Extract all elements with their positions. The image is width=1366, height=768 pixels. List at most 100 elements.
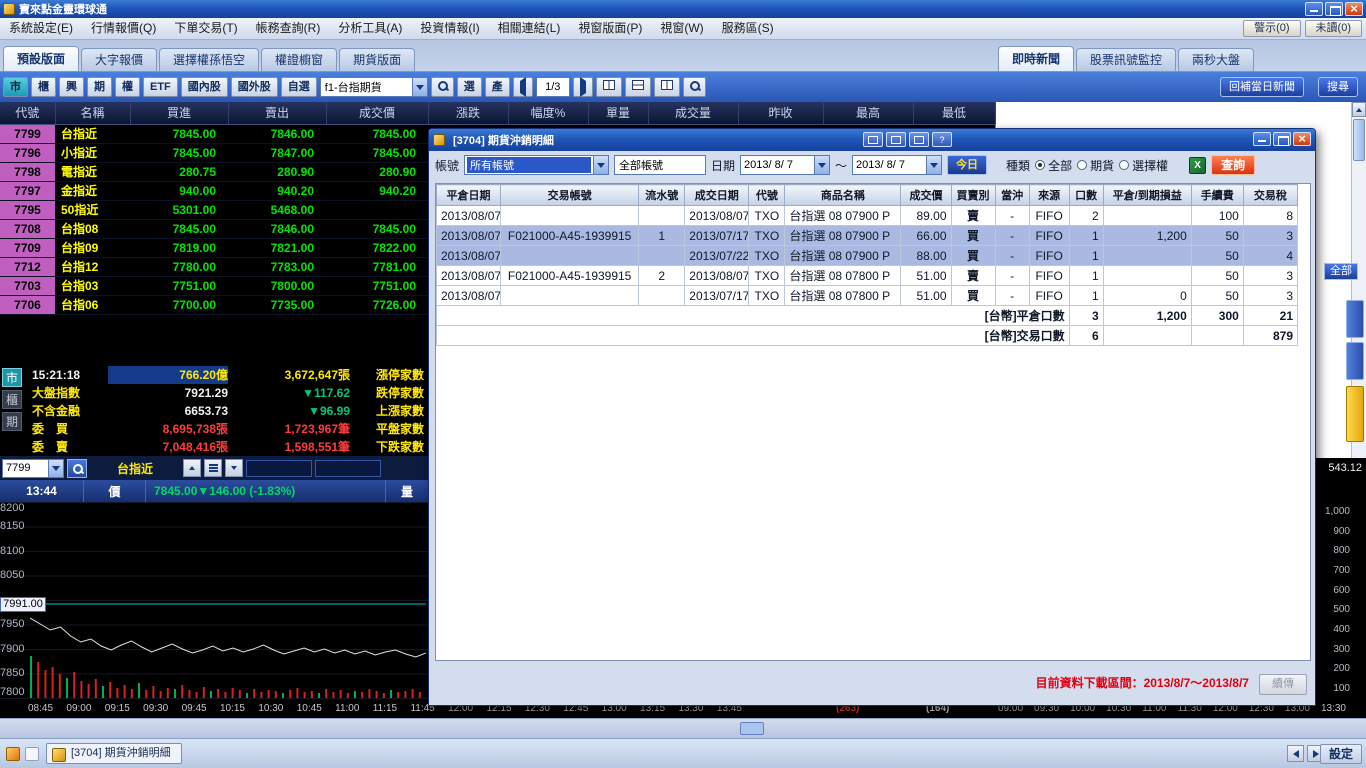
tab-options[interactable]: 選擇權孫悟空: [159, 48, 260, 71]
product-button[interactable]: 產: [484, 77, 510, 97]
taskbar-app-icon[interactable]: [6, 747, 20, 761]
menu-item[interactable]: 視窗版面(P): [569, 18, 651, 39]
symbol-code-select[interactable]: 7799: [2, 458, 64, 478]
market-button-otc[interactable]: 櫃: [31, 77, 56, 97]
detail-row[interactable]: 2013/08/07 2013/07/17 TXO 台指選 08 07800 P…: [436, 285, 1299, 306]
reload-news-button[interactable]: 回補當日新聞: [1220, 77, 1304, 97]
menu-item[interactable]: 下單交易(T): [165, 18, 246, 39]
popup-minimize-icon[interactable]: [1253, 132, 1271, 146]
symbol-input-2[interactable]: [315, 459, 381, 477]
popup-layout-icon-3[interactable]: [909, 132, 929, 147]
popup-layout-icon-1[interactable]: [863, 132, 883, 147]
col-low[interactable]: 最低: [913, 102, 996, 125]
query-button[interactable]: 查詢: [1211, 155, 1256, 175]
detail-row[interactable]: 2013/08/07 2013/07/22 TXO 台指選 08 07900 P…: [436, 245, 1299, 266]
prev-page-button[interactable]: [512, 77, 533, 97]
radio-futures[interactable]: 期貨: [1077, 157, 1114, 174]
search-button[interactable]: [430, 77, 454, 97]
alert-button[interactable]: 警示(0): [1243, 20, 1301, 37]
close-icon[interactable]: [1345, 1, 1363, 16]
popup-titlebar[interactable]: [3704] 期貨沖銷明細 ?: [429, 129, 1315, 151]
select-button[interactable]: 選: [456, 77, 482, 97]
col-total-volume[interactable]: 成交量: [648, 102, 739, 125]
resume-button[interactable]: 續傳: [1259, 674, 1307, 695]
tab-futures-layout[interactable]: 期貨版面: [339, 48, 416, 71]
stats-tab-futures[interactable]: 期: [2, 412, 22, 431]
symbol-input-1[interactable]: [246, 459, 312, 477]
menu-item[interactable]: 視窗(W): [651, 18, 712, 39]
unread-button[interactable]: 未讀(0): [1304, 20, 1362, 37]
col-single-volume[interactable]: 單量: [588, 102, 649, 125]
scroll-up-icon[interactable]: [1352, 102, 1366, 117]
tab-large-quotes[interactable]: 大字報價: [81, 48, 158, 71]
popup-close-icon[interactable]: [1293, 131, 1311, 146]
tab-default-layout[interactable]: 預設版面: [3, 46, 80, 71]
taskbar-doc-icon[interactable]: [25, 747, 39, 761]
col-ask[interactable]: 賣出: [228, 102, 327, 125]
side-tab-block-1[interactable]: [1346, 300, 1364, 338]
col-high[interactable]: 最高: [823, 102, 914, 125]
menu-item[interactable]: 投資情報(I): [411, 18, 488, 39]
menu-item[interactable]: 分析工具(A): [329, 18, 411, 39]
detail-row[interactable]: 2013/08/07 F021000-A45-1939915 2 2013/08…: [436, 265, 1299, 286]
window-layout-button-1[interactable]: [595, 77, 622, 97]
chevron-down-icon[interactable]: [48, 459, 63, 477]
tab-two-second-market[interactable]: 兩秒大盤: [1178, 48, 1255, 71]
side-tab-block-2[interactable]: [1346, 342, 1364, 380]
zoom-button[interactable]: [682, 77, 706, 97]
taskbar-prev-button[interactable]: [1287, 745, 1304, 762]
export-excel-icon[interactable]: X: [1189, 156, 1207, 174]
intraday-chart[interactable]: 8200 8150 8100 8050 7991.00 7950 7900 78…: [0, 502, 428, 700]
account-all-field[interactable]: 全部帳號: [614, 155, 707, 175]
popup-layout-icon-2[interactable]: [886, 132, 906, 147]
tab-warrants[interactable]: 權證櫥窗: [261, 48, 338, 71]
chevron-down-icon[interactable]: [814, 156, 830, 174]
news-search-button[interactable]: 搜尋: [1318, 77, 1358, 97]
market-button-foreign[interactable]: 國外股: [230, 77, 278, 97]
account-select[interactable]: 所有帳號: [464, 155, 610, 175]
col-prev-close[interactable]: 昨收: [738, 102, 824, 125]
market-button-watchlist[interactable]: 自選: [280, 77, 317, 97]
detail-row[interactable]: 2013/08/07 2013/08/07 TXO 台指選 08 07900 P…: [436, 205, 1299, 226]
window-layout-button-3[interactable]: [653, 77, 680, 97]
hscroll-thumb[interactable]: [740, 722, 764, 735]
minimize-icon[interactable]: [1305, 2, 1323, 16]
chevron-down-icon[interactable]: [411, 78, 427, 96]
menu-item[interactable]: 行情報價(Q): [82, 18, 165, 39]
side-tab-block-active[interactable]: [1346, 386, 1364, 442]
chevron-down-icon[interactable]: [593, 156, 609, 174]
col-change-pct[interactable]: 幅度%: [508, 102, 589, 125]
market-button-options[interactable]: 權: [115, 77, 140, 97]
date-to-select[interactable]: 2013/ 8/ 7: [852, 155, 943, 175]
col-bid[interactable]: 買進: [130, 102, 229, 125]
market-button-futures[interactable]: 期: [87, 77, 112, 97]
scrollbar-thumb[interactable]: [1353, 119, 1365, 161]
radio-options[interactable]: 選擇權: [1119, 157, 1168, 174]
settings-button[interactable]: 設定: [1319, 744, 1362, 764]
col-last[interactable]: 成交價: [326, 102, 429, 125]
col-code[interactable]: 代號: [0, 102, 56, 125]
tab-realtime-news[interactable]: 即時新聞: [998, 46, 1075, 71]
next-page-button[interactable]: [572, 77, 593, 97]
market-button-domestic[interactable]: 國內股: [180, 77, 228, 97]
category-select[interactable]: f1-台指期貨: [319, 77, 428, 97]
tab-signal-monitor[interactable]: 股票訊號監控: [1076, 48, 1177, 71]
market-button-twse[interactable]: 市: [3, 77, 28, 97]
menu-item[interactable]: 系統設定(E): [0, 18, 82, 39]
symbol-search-button[interactable]: [67, 458, 87, 478]
next-symbol-button[interactable]: [225, 459, 243, 477]
popup-maximize-icon[interactable]: [1273, 132, 1291, 146]
taskbar-window-button[interactable]: [3704] 期貨沖銷明細: [46, 743, 182, 764]
stats-tab-otc[interactable]: 櫃: [2, 390, 22, 409]
prev-symbol-button[interactable]: [183, 459, 201, 477]
market-button-emerging[interactable]: 興: [59, 77, 84, 97]
today-button[interactable]: 今日: [947, 155, 988, 175]
window-layout-button-2[interactable]: [624, 77, 651, 97]
date-from-select[interactable]: 2013/ 8/ 7: [740, 155, 831, 175]
all-filter-button[interactable]: 全部: [1324, 263, 1358, 280]
chevron-down-icon[interactable]: [926, 156, 942, 174]
market-button-etf[interactable]: ETF: [143, 77, 178, 97]
symbol-list-button[interactable]: [204, 459, 222, 477]
radio-all[interactable]: 全部: [1035, 157, 1072, 174]
col-name[interactable]: 名稱: [55, 102, 131, 125]
